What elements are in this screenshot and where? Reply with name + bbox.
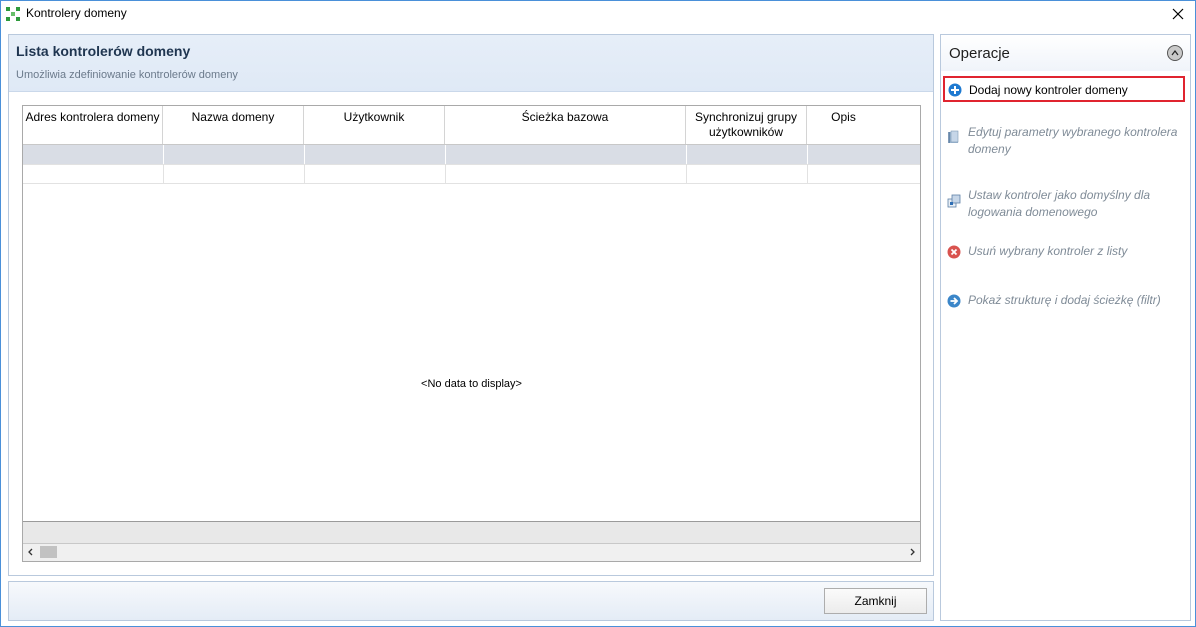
show-structure-label: Pokaż strukturę i dodaj ścieżkę (filtr) <box>968 293 1161 307</box>
operations-header: Operacje <box>941 35 1190 71</box>
window-title: Kontrolery domeny <box>26 6 127 20</box>
column-header-address[interactable]: Adres kontrolera domeny <box>23 106 163 144</box>
close-icon <box>1172 8 1184 20</box>
app-logo-icon <box>6 7 20 21</box>
column-header-sync-groups[interactable]: Synchronizuj grupy użytkowników <box>686 106 807 144</box>
arrow-circle-icon <box>947 294 961 308</box>
main-header: Lista kontrolerów domeny Umożliwia zdefi… <box>9 35 933 92</box>
add-circle-icon <box>948 83 962 97</box>
column-header-domain-name[interactable]: Nazwa domeny <box>163 106 304 144</box>
bottom-bar: Zamknij <box>8 581 934 621</box>
add-controller-button[interactable]: Dodaj nowy kontroler domeny <box>943 76 1185 102</box>
delete-controller-label: Usuń wybrany kontroler z listy <box>968 244 1128 258</box>
edit-controller-label: Edytuj parametry wybranego kontrolera do… <box>968 125 1178 156</box>
close-button[interactable]: Zamknij <box>824 588 927 614</box>
empty-grid-message: <No data to display> <box>421 378 522 390</box>
scroll-left-icon[interactable] <box>25 546 37 558</box>
column-header-base-path[interactable]: Ścieżka bazowa <box>445 106 686 144</box>
scroll-right-icon[interactable] <box>906 546 918 558</box>
scrollbar-thumb[interactable] <box>40 546 57 558</box>
set-default-controller-button[interactable]: Ustaw kontroler jako domyślny dla logowa… <box>943 187 1185 223</box>
grid-new-row[interactable] <box>23 145 920 165</box>
delete-circle-icon <box>947 245 961 259</box>
chevron-up-icon <box>1171 50 1179 56</box>
grid-footer <box>23 521 920 544</box>
edit-controller-button[interactable]: Edytuj parametry wybranego kontrolera do… <box>943 124 1185 160</box>
grid-filter-row[interactable] <box>23 164 920 184</box>
show-structure-button[interactable]: Pokaż strukturę i dodaj ścieżkę (filtr) <box>943 292 1185 312</box>
collapse-button[interactable] <box>1167 45 1183 61</box>
column-header-user[interactable]: Użytkownik <box>304 106 445 144</box>
edit-book-icon <box>948 130 959 143</box>
controllers-grid[interactable]: Adres kontrolera domeny Nazwa domeny Uży… <box>22 105 921 562</box>
page-title: Lista kontrolerów domeny <box>16 43 191 59</box>
horizontal-scrollbar[interactable] <box>23 543 920 561</box>
add-controller-label: Dodaj nowy kontroler domeny <box>969 83 1128 97</box>
set-default-icon <box>947 194 961 208</box>
column-header-description[interactable]: Opis <box>807 106 920 144</box>
title-bar: Kontrolery domeny <box>1 1 1195 27</box>
set-default-controller-label: Ustaw kontroler jako domyślny dla logowa… <box>968 188 1151 219</box>
delete-controller-button[interactable]: Usuń wybrany kontroler z listy <box>943 243 1185 263</box>
window: Kontrolery domeny Lista kontrolerów dome… <box>0 0 1196 627</box>
operations-title: Operacje <box>949 45 1010 62</box>
page-subtitle: Umożliwia zdefiniowanie kontrolerów dome… <box>16 69 238 81</box>
grid-header: Adres kontrolera domeny Nazwa domeny Uży… <box>23 106 920 145</box>
window-close-button[interactable] <box>1161 1 1195 27</box>
operations-panel: Operacje Dodaj nowy kontroler domeny Edy… <box>940 34 1191 621</box>
main-panel: Lista kontrolerów domeny Umożliwia zdefi… <box>8 34 934 576</box>
